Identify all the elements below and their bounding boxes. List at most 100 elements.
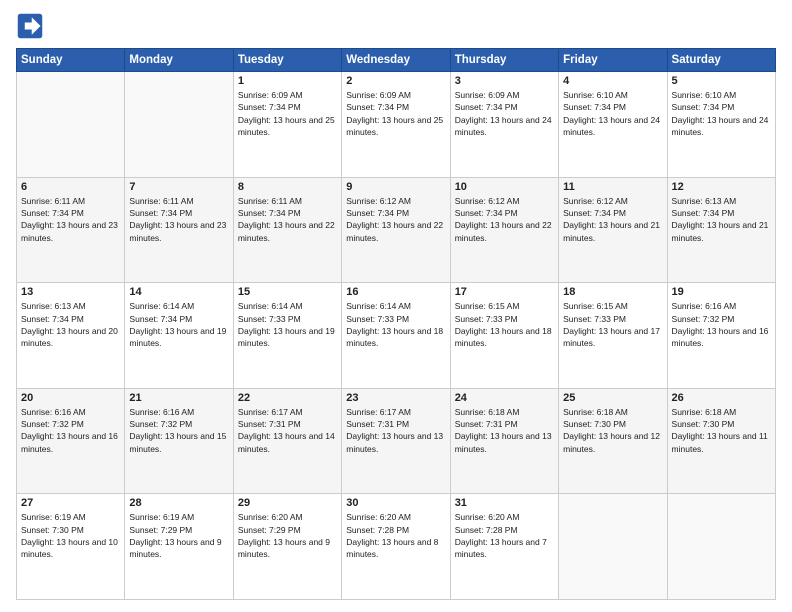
calendar-cell: 17 Sunrise: 6:15 AMSunset: 7:33 PMDayligh… bbox=[450, 283, 558, 389]
day-number: 7 bbox=[129, 181, 228, 193]
day-info: Sunrise: 6:10 AMSunset: 7:34 PMDaylight:… bbox=[563, 89, 662, 138]
logo-icon bbox=[16, 12, 44, 40]
calendar-cell: 15 Sunrise: 6:14 AMSunset: 7:33 PMDayligh… bbox=[233, 283, 341, 389]
calendar-cell: 4 Sunrise: 6:10 AMSunset: 7:34 PMDaylight… bbox=[559, 72, 667, 178]
day-number: 29 bbox=[238, 497, 337, 509]
day-info: Sunrise: 6:15 AMSunset: 7:33 PMDaylight:… bbox=[455, 300, 554, 349]
day-number: 8 bbox=[238, 181, 337, 193]
calendar-cell: 1 Sunrise: 6:09 AMSunset: 7:34 PMDaylight… bbox=[233, 72, 341, 178]
day-number: 17 bbox=[455, 286, 554, 298]
calendar-cell bbox=[17, 72, 125, 178]
calendar-cell: 25 Sunrise: 6:18 AMSunset: 7:30 PMDayligh… bbox=[559, 388, 667, 494]
weekday-header-tuesday: Tuesday bbox=[233, 49, 341, 72]
day-info: Sunrise: 6:14 AMSunset: 7:34 PMDaylight:… bbox=[129, 300, 228, 349]
day-info: Sunrise: 6:17 AMSunset: 7:31 PMDaylight:… bbox=[346, 406, 445, 455]
day-number: 2 bbox=[346, 75, 445, 87]
day-info: Sunrise: 6:11 AMSunset: 7:34 PMDaylight:… bbox=[238, 195, 337, 244]
calendar-cell: 30 Sunrise: 6:20 AMSunset: 7:28 PMDayligh… bbox=[342, 494, 450, 600]
calendar-cell: 29 Sunrise: 6:20 AMSunset: 7:29 PMDayligh… bbox=[233, 494, 341, 600]
day-info: Sunrise: 6:15 AMSunset: 7:33 PMDaylight:… bbox=[563, 300, 662, 349]
day-info: Sunrise: 6:20 AMSunset: 7:29 PMDaylight:… bbox=[238, 511, 337, 560]
day-number: 15 bbox=[238, 286, 337, 298]
day-number: 22 bbox=[238, 392, 337, 404]
weekday-header-monday: Monday bbox=[125, 49, 233, 72]
day-info: Sunrise: 6:09 AMSunset: 7:34 PMDaylight:… bbox=[346, 89, 445, 138]
calendar-table: SundayMondayTuesdayWednesdayThursdayFrid… bbox=[16, 48, 776, 600]
day-number: 4 bbox=[563, 75, 662, 87]
header bbox=[16, 12, 776, 40]
day-number: 9 bbox=[346, 181, 445, 193]
day-number: 16 bbox=[346, 286, 445, 298]
calendar-cell: 23 Sunrise: 6:17 AMSunset: 7:31 PMDayligh… bbox=[342, 388, 450, 494]
day-info: Sunrise: 6:11 AMSunset: 7:34 PMDaylight:… bbox=[129, 195, 228, 244]
day-info: Sunrise: 6:12 AMSunset: 7:34 PMDaylight:… bbox=[563, 195, 662, 244]
day-info: Sunrise: 6:20 AMSunset: 7:28 PMDaylight:… bbox=[346, 511, 445, 560]
day-info: Sunrise: 6:14 AMSunset: 7:33 PMDaylight:… bbox=[346, 300, 445, 349]
day-number: 30 bbox=[346, 497, 445, 509]
day-number: 18 bbox=[563, 286, 662, 298]
calendar-week-row: 27 Sunrise: 6:19 AMSunset: 7:30 PMDayligh… bbox=[17, 494, 776, 600]
calendar-cell bbox=[559, 494, 667, 600]
day-number: 20 bbox=[21, 392, 120, 404]
day-number: 27 bbox=[21, 497, 120, 509]
calendar-cell: 9 Sunrise: 6:12 AMSunset: 7:34 PMDaylight… bbox=[342, 177, 450, 283]
day-info: Sunrise: 6:14 AMSunset: 7:33 PMDaylight:… bbox=[238, 300, 337, 349]
calendar-week-row: 13Sunrise: 6:13 AMSunset: 7:34 PMDayligh… bbox=[17, 283, 776, 389]
day-info: Sunrise: 6:09 AMSunset: 7:34 PMDaylight:… bbox=[455, 89, 554, 138]
day-info: Sunrise: 6:19 AMSunset: 7:29 PMDaylight:… bbox=[129, 511, 228, 560]
day-number: 3 bbox=[455, 75, 554, 87]
day-info: Sunrise: 6:12 AMSunset: 7:34 PMDaylight:… bbox=[455, 195, 554, 244]
calendar-cell: 27 Sunrise: 6:19 AMSunset: 7:30 PMDayligh… bbox=[17, 494, 125, 600]
weekday-header-saturday: Saturday bbox=[667, 49, 775, 72]
day-number: 25 bbox=[563, 392, 662, 404]
day-number: 11 bbox=[563, 181, 662, 193]
day-number: 28 bbox=[129, 497, 228, 509]
day-info: Sunrise: 6:13 AMSunset: 7:34 PMDaylight:… bbox=[672, 195, 771, 244]
calendar-cell: 10 Sunrise: 6:12 AMSunset: 7:34 PMDayligh… bbox=[450, 177, 558, 283]
weekday-header-row: SundayMondayTuesdayWednesdayThursdayFrid… bbox=[17, 49, 776, 72]
day-info: Sunrise: 6:20 AMSunset: 7:28 PMDaylight:… bbox=[455, 511, 554, 560]
day-info: Sunrise: 6:19 AMSunset: 7:30 PMDaylight:… bbox=[21, 511, 120, 560]
weekday-header-thursday: Thursday bbox=[450, 49, 558, 72]
calendar-cell: 7 Sunrise: 6:11 AMSunset: 7:34 PMDaylight… bbox=[125, 177, 233, 283]
day-number: 24 bbox=[455, 392, 554, 404]
day-info: Sunrise: 6:12 AMSunset: 7:34 PMDaylight:… bbox=[346, 195, 445, 244]
day-number: 10 bbox=[455, 181, 554, 193]
calendar-cell: 18 Sunrise: 6:15 AMSunset: 7:33 PMDayligh… bbox=[559, 283, 667, 389]
calendar-cell: 16 Sunrise: 6:14 AMSunset: 7:33 PMDayligh… bbox=[342, 283, 450, 389]
calendar-cell: 8 Sunrise: 6:11 AMSunset: 7:34 PMDaylight… bbox=[233, 177, 341, 283]
day-number: 5 bbox=[672, 75, 771, 87]
day-info: Sunrise: 6:10 AMSunset: 7:34 PMDaylight:… bbox=[672, 89, 771, 138]
day-number: 26 bbox=[672, 392, 771, 404]
calendar-cell: 20 Sunrise: 6:16 AMSunset: 7:32 PMDayligh… bbox=[17, 388, 125, 494]
calendar-cell: 6Sunrise: 6:11 AMSunset: 7:34 PMDaylight… bbox=[17, 177, 125, 283]
day-info: Sunrise: 6:09 AMSunset: 7:34 PMDaylight:… bbox=[238, 89, 337, 138]
calendar-cell: 21 Sunrise: 6:16 AMSunset: 7:32 PMDayligh… bbox=[125, 388, 233, 494]
calendar-cell: 28 Sunrise: 6:19 AMSunset: 7:29 PMDayligh… bbox=[125, 494, 233, 600]
day-number: 19 bbox=[672, 286, 771, 298]
day-info: Sunrise: 6:17 AMSunset: 7:31 PMDaylight:… bbox=[238, 406, 337, 455]
day-number: 1 bbox=[238, 75, 337, 87]
calendar-cell bbox=[667, 494, 775, 600]
day-info: Sunrise: 6:18 AMSunset: 7:30 PMDaylight:… bbox=[563, 406, 662, 455]
day-info: Sunrise: 6:18 AMSunset: 7:31 PMDaylight:… bbox=[455, 406, 554, 455]
calendar-page: SundayMondayTuesdayWednesdayThursdayFrid… bbox=[0, 0, 792, 612]
day-info: Sunrise: 6:13 AMSunset: 7:34 PMDaylight:… bbox=[21, 300, 120, 349]
calendar-cell: 24 Sunrise: 6:18 AMSunset: 7:31 PMDayligh… bbox=[450, 388, 558, 494]
calendar-cell: 26Sunrise: 6:18 AMSunset: 7:30 PMDayligh… bbox=[667, 388, 775, 494]
calendar-week-row: 6Sunrise: 6:11 AMSunset: 7:34 PMDaylight… bbox=[17, 177, 776, 283]
day-info: Sunrise: 6:16 AMSunset: 7:32 PMDaylight:… bbox=[129, 406, 228, 455]
calendar-cell: 14 Sunrise: 6:14 AMSunset: 7:34 PMDayligh… bbox=[125, 283, 233, 389]
calendar-cell: 13Sunrise: 6:13 AMSunset: 7:34 PMDayligh… bbox=[17, 283, 125, 389]
day-number: 23 bbox=[346, 392, 445, 404]
calendar-cell: 12Sunrise: 6:13 AMSunset: 7:34 PMDayligh… bbox=[667, 177, 775, 283]
weekday-header-sunday: Sunday bbox=[17, 49, 125, 72]
logo bbox=[16, 12, 48, 40]
day-info: Sunrise: 6:16 AMSunset: 7:32 PMDaylight:… bbox=[21, 406, 120, 455]
day-number: 21 bbox=[129, 392, 228, 404]
day-number: 14 bbox=[129, 286, 228, 298]
calendar-cell bbox=[125, 72, 233, 178]
calendar-cell: 11 Sunrise: 6:12 AMSunset: 7:34 PMDayligh… bbox=[559, 177, 667, 283]
day-info: Sunrise: 6:16 AMSunset: 7:32 PMDaylight:… bbox=[672, 300, 771, 349]
calendar-cell: 19 Sunrise: 6:16 AMSunset: 7:32 PMDayligh… bbox=[667, 283, 775, 389]
